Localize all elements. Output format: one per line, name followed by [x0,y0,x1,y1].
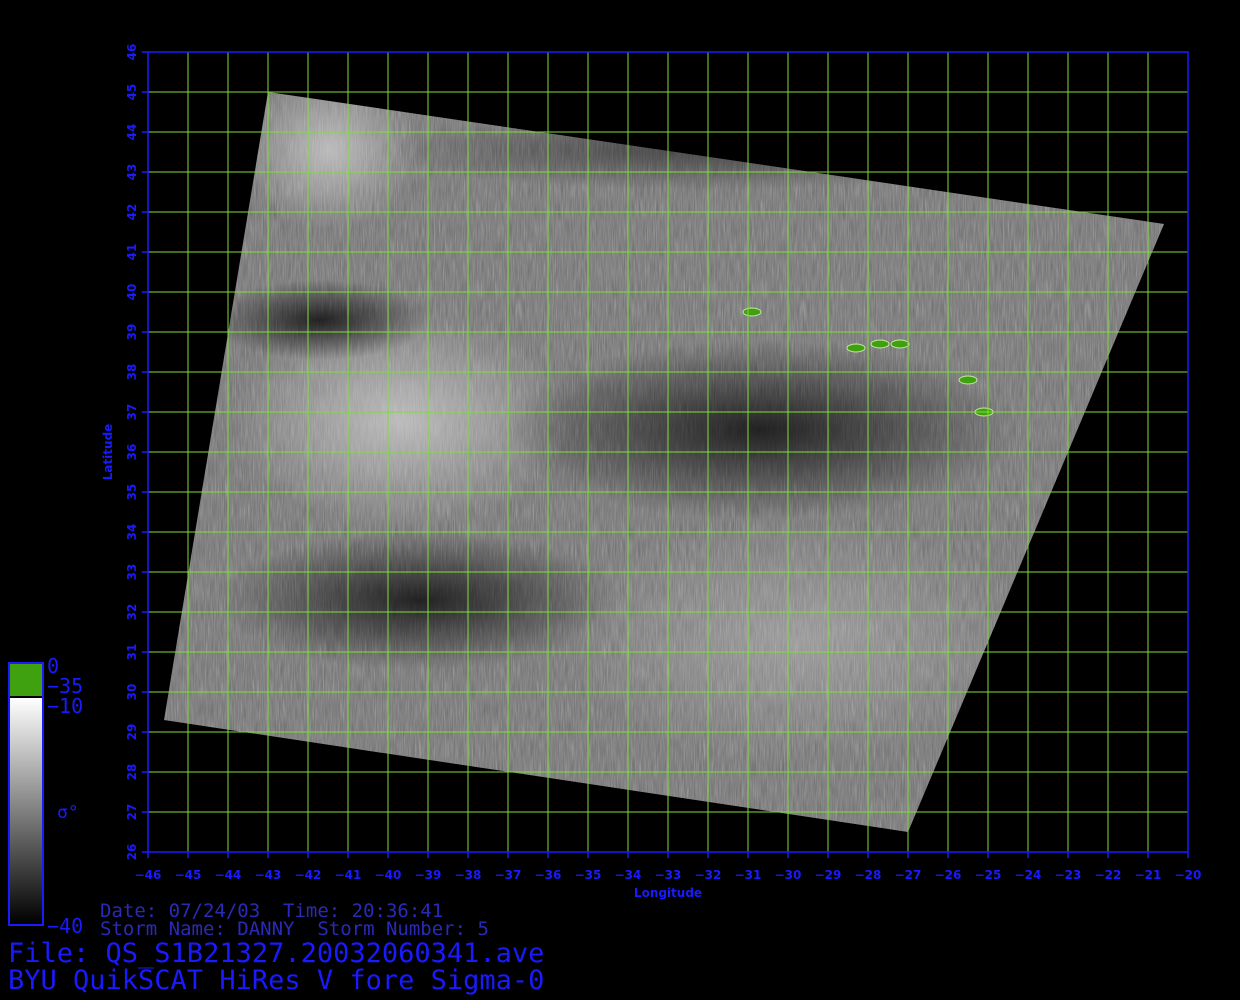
colorbar-label-top: 0 [47,654,60,678]
island-4 [958,375,978,385]
x-tick-label: −45 [175,868,202,882]
y-tick-label: 37 [125,404,139,421]
colorbar-label-land-min: −35 [47,674,84,698]
colorbar-label-max: −10 [47,694,84,718]
x-tick-label: −38 [455,868,482,882]
x-tick-label: −42 [295,868,322,882]
y-tick-label: 41 [125,244,139,261]
x-tick-label: −26 [935,868,962,882]
x-tick-label: −44 [215,868,242,882]
storm-info: Storm Name: DANNY Storm Number: 5 [100,918,489,940]
y-tick-label: 36 [125,444,139,461]
x-tick-label: −40 [375,868,402,882]
colorbar-label-min: −40 [47,914,84,938]
colorbar-land-segment [10,664,42,696]
y-tick-label: 27 [125,804,139,821]
y-tick-label: 31 [125,644,139,661]
y-tick-label: 32 [125,604,139,621]
colorbar [8,662,44,926]
y-tick-label: 46 [125,44,139,61]
island-3 [890,339,910,349]
y-tick-label: 30 [125,684,139,701]
file-name: File: QS_S1B21327.20032060341.ave [8,938,545,969]
island-2 [870,339,890,349]
x-tick-label: −33 [655,868,682,882]
latitude-ticks: 26 27 28 29 30 31 32 33 34 35 36 37 38 39 40 41 42 43 44 45… [125,44,148,861]
y-tick-label: 40 [125,284,139,301]
x-tick-label: −41 [335,868,362,882]
y-tick-label: 28 [125,764,139,781]
colorbar-gradient [10,698,42,924]
colorbar-unit: σ° [57,802,79,823]
x-tick-label: −22 [1095,868,1122,882]
x-tick-label: −24 [1015,868,1042,882]
y-tick-label: 42 [125,204,139,221]
y-tick-label: 38 [125,364,139,381]
island-1 [846,343,866,353]
x-tick-label: −37 [495,868,522,882]
y-tick-label: 26 [125,844,139,861]
x-tick-label: −36 [535,868,562,882]
y-tick-label: 45 [125,84,139,101]
y-tick-label: 43 [125,164,139,181]
longitude-ticks: −46 −45 −44 −43 −42 −41 −40 −39 −38 −37 −36 −35 −34−… [135,852,1202,882]
y-tick-label: 39 [125,324,139,341]
x-tick-label: −31 [735,868,762,882]
x-tick-label: −39 [415,868,442,882]
x-tick-label: −20 [1175,868,1202,882]
x-tick-label: −34 [615,868,642,882]
x-tick-label: −27 [895,868,922,882]
y-tick-label: 44 [125,124,139,141]
sigma0-map: 26 27 28 29 30 31 32 33 34 35 36 37 38 39 40 41 42 43 44 45… [8,44,1202,926]
x-tick-label: −25 [975,868,1002,882]
x-tick-label: −28 [855,868,882,882]
y-tick-label: 29 [125,724,139,741]
x-tick-label: −21 [1135,868,1162,882]
y-tick-label: 33 [125,564,139,581]
x-tick-label: −43 [255,868,282,882]
y-tick-label: 34 [125,524,139,541]
swath-image [164,92,1164,832]
x-axis-label: Longitude [634,886,702,900]
x-tick-label: −46 [135,868,162,882]
product-title: BYU QuikSCAT HiRes V fore Sigma-0 [8,965,545,996]
x-tick-label: −23 [1055,868,1082,882]
y-tick-label: 35 [125,484,139,501]
lat-lon-grid [147,51,1189,853]
x-tick-label: −32 [695,868,722,882]
y-axis-label: Latitude [101,424,115,481]
island-0 [742,307,762,317]
x-tick-label: −29 [815,868,842,882]
x-tick-label: −35 [575,868,602,882]
x-tick-label: −30 [775,868,802,882]
